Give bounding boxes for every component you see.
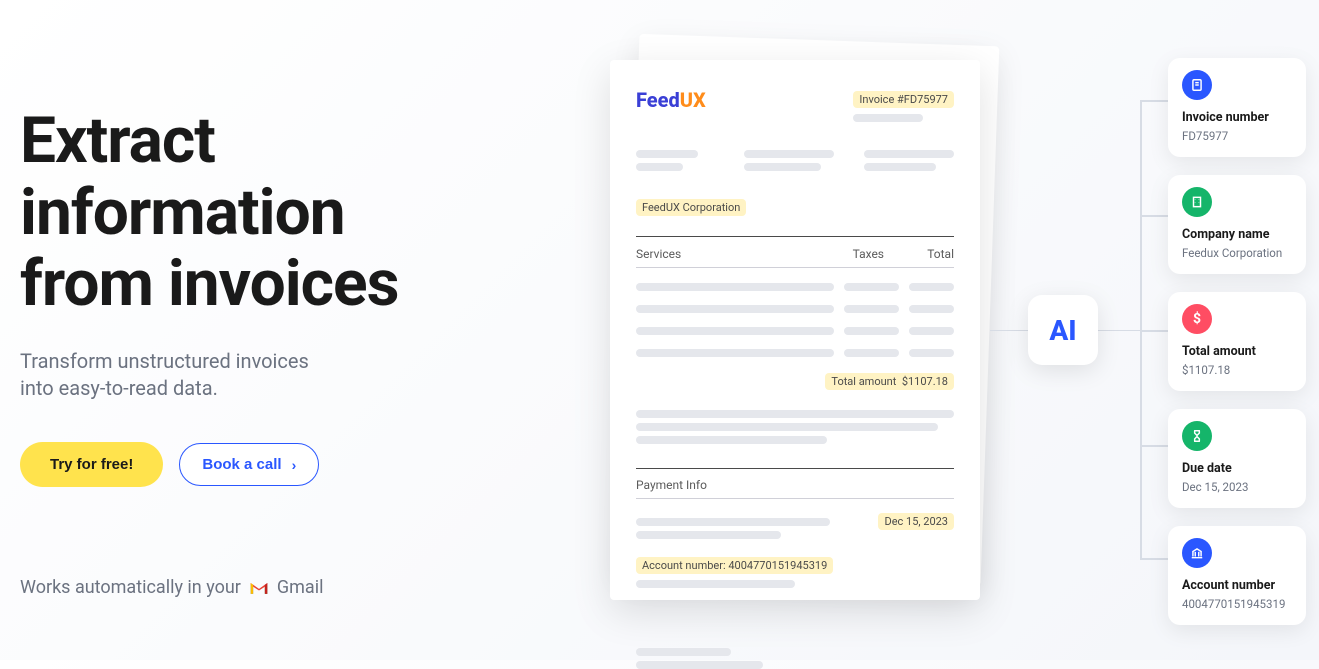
card-title: Due date [1182,461,1292,476]
invoice-front-sheet: FeedUX Invoice #FD75977 [610,60,980,600]
card-title: Company name [1182,227,1292,242]
invoice-logo-part1: Feed [636,88,680,112]
invoice-account-value: 4004770151945319 [728,559,827,572]
invoice-company-highlight: FeedUX Corporation [636,199,746,216]
try-for-free-button[interactable]: Try for free! [20,442,163,487]
card-title: Invoice number [1182,110,1292,125]
placeholder-line [864,163,936,171]
connector-line [990,330,1030,331]
placeholder-line [636,661,763,669]
card-total-amount: $ Total amount $1107.18 [1168,292,1306,391]
card-value: FD75977 [1182,129,1292,143]
placeholder-line [636,518,830,526]
hero-sub-line1: Transform unstructured invoices [20,349,309,373]
th-total: Total [884,247,954,261]
invoice-table-header: Services Taxes Total [636,236,954,268]
works-suffix: Gmail [277,577,324,598]
invoice-total-highlight: Total amount $1107.18 [825,373,954,390]
hero-headline-line3: from invoices [20,246,398,321]
works-prefix: Works automatically in your [20,577,241,598]
invoice-logo: FeedUX [636,88,706,112]
placeholder-line [744,163,821,171]
document-icon [1182,70,1212,100]
placeholder-line [636,150,698,158]
th-taxes: Taxes [814,247,884,261]
building-icon [1182,187,1212,217]
placeholder-line [636,436,827,444]
book-a-call-label: Book a call [202,456,281,473]
chevron-right-icon: › [292,457,297,473]
card-value: 4004770151945319 [1182,597,1292,611]
card-invoice-number: Invoice number FD75977 [1168,58,1306,157]
invoice-total-value: $1107.18 [902,375,948,388]
dollar-icon: $ [1182,304,1212,334]
table-row [636,322,954,340]
hero-headline: Extract information from invoices [20,105,560,320]
invoice-number-highlight: Invoice #FD75977 [853,91,954,108]
hero-headline-line2: information [20,175,345,250]
placeholder-line [636,423,938,431]
card-company-name: Company name Feedux Corporation [1168,175,1306,274]
hourglass-icon [1182,421,1212,451]
placeholder-line [636,648,731,656]
invoice-account-label: Account number: [642,559,726,572]
bank-icon [1182,538,1212,568]
placeholder-line [636,531,781,539]
invoice-preview: FeedUX Invoice #FD75977 [610,50,990,595]
table-row [636,344,954,362]
connector-line [1098,330,1143,331]
card-value: Dec 15, 2023 [1182,480,1292,494]
payment-info-header: Payment Info [636,468,954,499]
th-services: Services [636,247,814,261]
card-value: Feedux Corporation [1182,246,1292,260]
card-value: $1107.18 [1182,363,1292,377]
hero-sub-line2: into easy-to-read data. [20,376,218,400]
invoice-total-label: Total amount [831,375,896,388]
table-row [636,278,954,296]
placeholder-line [636,580,795,588]
card-account-number: Account number 4004770151945319 [1168,526,1306,625]
works-automatically-note: Works automatically in your Gmail [20,577,560,598]
invoice-due-date-highlight: Dec 15, 2023 [878,513,954,530]
placeholder-line [636,410,954,418]
book-a-call-button[interactable]: Book a call › [179,443,319,486]
hero-subtitle: Transform unstructured invoices into eas… [20,348,560,402]
invoice-logo-part2: UX [680,88,706,112]
hero-headline-line1: Extract [20,103,215,178]
placeholder-line [864,150,954,158]
placeholder-line [636,163,683,171]
gmail-icon [249,580,269,596]
ai-node: AI [1028,295,1098,365]
invoice-account-highlight: Account number: 4004770151945319 [636,557,833,574]
card-title: Account number [1182,578,1292,593]
placeholder-line [744,150,834,158]
table-row [636,300,954,318]
placeholder-line [853,114,923,122]
card-title: Total amount [1182,344,1292,359]
card-due-date: Due date Dec 15, 2023 [1168,409,1306,508]
